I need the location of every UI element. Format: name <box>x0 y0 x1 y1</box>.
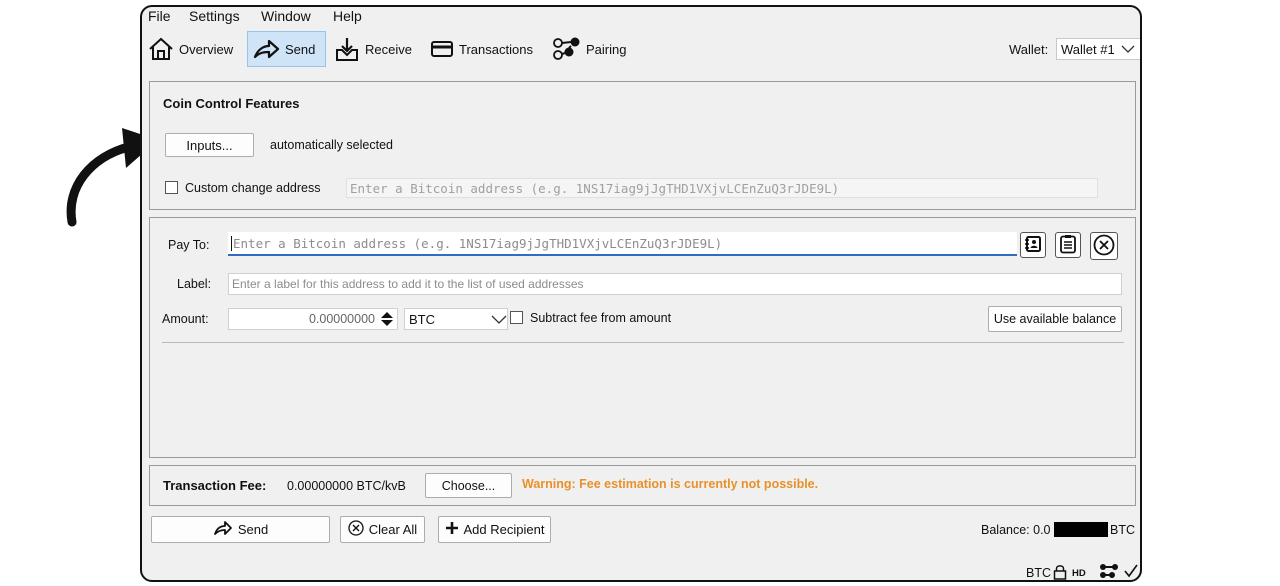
unit-select-value: BTC <box>409 311 435 327</box>
recipient-panel: Pay To: Enter a Bitcoin address (e.g. 1N… <box>149 217 1136 458</box>
menu-help[interactable]: Help <box>333 8 362 24</box>
custom-change-label: Custom change address <box>185 181 321 195</box>
plus-icon <box>445 521 459 538</box>
address-book-icon <box>1024 235 1042 256</box>
wallet-select-value: Wallet #1 <box>1061 41 1115 57</box>
tab-send[interactable]: Send <box>247 31 326 67</box>
unit-select[interactable]: BTC <box>404 308 508 330</box>
custom-change-checkbox[interactable] <box>165 181 178 194</box>
text-cursor <box>231 235 232 251</box>
menu-file[interactable]: File <box>148 8 171 24</box>
network-pairing-icon <box>1098 563 1120 580</box>
card-icon <box>430 39 454 59</box>
use-available-balance-button[interactable]: Use available balance <box>988 306 1122 332</box>
balance-redaction <box>1054 522 1108 537</box>
tab-receive-label: Receive <box>365 41 412 57</box>
sync-check-icon <box>1124 564 1138 580</box>
coin-control-panel: Coin Control Features Inputs... automati… <box>149 81 1136 210</box>
spin-arrows-icon[interactable] <box>380 311 394 330</box>
amount-value: 0.00000000 <box>308 312 375 326</box>
menu-settings[interactable]: Settings <box>189 8 240 24</box>
address-book-button[interactable] <box>1020 232 1046 258</box>
send-button-label: Send <box>237 522 269 537</box>
tab-send-label: Send <box>285 41 316 57</box>
wallet-label: Wallet: <box>1009 42 1049 57</box>
home-icon <box>148 37 174 61</box>
app-window: File Settings Window Help Overview Send … <box>140 5 1142 582</box>
tab-pairing-label: Pairing <box>586 41 627 57</box>
clear-all-label: Clear All <box>368 522 418 537</box>
chevron-down-icon <box>491 312 507 327</box>
remove-recipient-button[interactable] <box>1090 232 1118 260</box>
label-field-label: Label: <box>177 277 212 291</box>
close-circle-icon <box>348 520 364 539</box>
fee-label: Transaction Fee: <box>163 478 267 493</box>
subtract-fee-checkbox[interactable] <box>510 311 523 324</box>
tab-transactions[interactable]: Transactions <box>426 31 536 67</box>
close-circle-icon <box>1093 234 1115 259</box>
add-recipient-button[interactable]: Add Recipient <box>438 516 551 543</box>
amount-label: Amount: <box>162 312 209 326</box>
tab-overview[interactable]: Overview <box>144 31 238 67</box>
clear-all-button[interactable]: Clear All <box>340 516 425 543</box>
send-arrow-icon <box>252 37 280 61</box>
menu-bar: File Settings Window Help <box>142 7 1140 27</box>
tab-overview-label: Overview <box>179 41 234 57</box>
hd-badge: HD <box>1072 568 1086 579</box>
inputs-button[interactable]: Inputs... <box>165 133 254 157</box>
tab-receive[interactable]: Receive <box>330 31 412 67</box>
fee-warning: Warning: Fee estimation is currently not… <box>522 477 819 491</box>
pay-to-input[interactable]: Enter a Bitcoin address (e.g. 1NS17iag9j… <box>228 232 1017 256</box>
fee-value: 0.00000000 BTC/kvB <box>287 479 406 493</box>
lock-icon <box>1053 564 1067 580</box>
clipboard-icon <box>1059 234 1077 257</box>
subtract-fee-label: Subtract fee from amount <box>530 311 672 325</box>
balance-label: Balance: 0.0 <box>981 523 1051 537</box>
status-unit[interactable]: BTC <box>1026 566 1051 580</box>
amount-spinbox[interactable]: 0.00000000 <box>228 308 398 330</box>
menu-window[interactable]: Window <box>261 8 311 24</box>
fee-panel: Transaction Fee: 0.00000000 BTC/kvB Choo… <box>149 465 1136 506</box>
recipient-divider <box>162 342 1124 343</box>
pay-to-label: Pay To: <box>168 238 210 252</box>
balance-unit: BTC <box>1110 523 1135 537</box>
tab-transactions-label: Transactions <box>459 41 533 57</box>
custom-change-address-input[interactable]: Enter a Bitcoin address (e.g. 1NS17iag9j… <box>346 178 1098 198</box>
pay-to-placeholder: Enter a Bitcoin address (e.g. 1NS17iag9j… <box>233 235 723 251</box>
tab-pairing[interactable]: Pairing <box>547 31 627 67</box>
add-recipient-label: Add Recipient <box>463 522 545 537</box>
coin-control-title: Coin Control Features <box>163 96 300 111</box>
receive-icon <box>334 36 360 62</box>
inputs-status: automatically selected <box>270 138 393 152</box>
paste-button[interactable] <box>1055 232 1081 258</box>
send-button[interactable]: Send <box>151 516 330 543</box>
choose-fee-button[interactable]: Choose... <box>425 473 512 498</box>
wallet-select[interactable]: Wallet #1 <box>1056 38 1140 60</box>
chevron-down-icon <box>1121 42 1135 57</box>
pairing-icon <box>551 37 581 61</box>
send-arrow-icon <box>213 520 233 539</box>
label-input[interactable]: Enter a label for this address to add it… <box>228 273 1122 295</box>
